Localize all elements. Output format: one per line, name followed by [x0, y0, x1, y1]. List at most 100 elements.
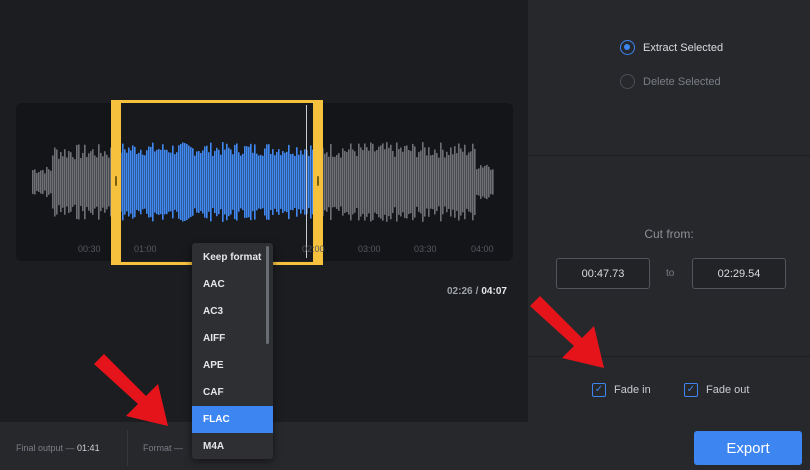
waveform-bar: [422, 142, 424, 222]
waveform-bar: [384, 149, 386, 215]
timeline-tick: 04:00: [471, 244, 494, 254]
red-arrow-icon: [94, 354, 168, 426]
waveform-bar: [380, 145, 382, 219]
fade-out-toggle[interactable]: ✓ Fade out: [684, 383, 749, 397]
waveform-bar: [448, 155, 450, 209]
waveform-bar: [488, 166, 490, 198]
waveform-bar: [354, 151, 356, 213]
waveform-bar: [470, 151, 472, 213]
waveform-bar: [420, 150, 422, 214]
waveform-bar: [468, 152, 470, 212]
waveform-bar: [336, 155, 338, 209]
waveform-bar: [50, 170, 52, 194]
waveform-bar: [80, 158, 82, 206]
waveform-bar: [86, 156, 88, 208]
waveform-bar: [108, 157, 110, 207]
waveform-bar: [482, 167, 484, 197]
format-option-ac3[interactable]: AC3: [192, 298, 273, 325]
current-time: 02:26: [447, 286, 473, 297]
checkbox-checked-icon[interactable]: ✓: [684, 383, 698, 397]
format-option-m4a[interactable]: M4A: [192, 433, 273, 459]
waveform-bar: [430, 155, 432, 209]
waveform-bar: [362, 150, 364, 214]
waveform-bar: [406, 145, 408, 219]
waveform-bar: [64, 149, 66, 215]
fade-in-toggle[interactable]: ✓ Fade in: [592, 383, 651, 397]
format-option-ape[interactable]: APE: [192, 352, 273, 379]
waveform-bar: [348, 149, 350, 215]
time-counter: 02:26/04:07: [447, 286, 507, 297]
grip-icon: [115, 176, 117, 186]
waveform-bar: [474, 148, 476, 216]
timeline-tick: 03:00: [358, 244, 381, 254]
cut-end-input[interactable]: 02:29.54: [692, 258, 786, 289]
red-arrow-icon: [530, 296, 604, 368]
waveform-bar: [352, 149, 354, 215]
waveform-bar: [438, 157, 440, 207]
waveform-bar: [356, 156, 358, 208]
waveform-bar: [342, 148, 344, 216]
dropdown-scrollbar[interactable]: [266, 246, 269, 344]
waveform-bar: [106, 154, 108, 210]
waveform-bar: [32, 170, 34, 194]
fade-out-label: Fade out: [706, 384, 750, 396]
waveform-bar: [62, 156, 64, 208]
waveform-bar: [338, 153, 340, 211]
waveform-bar: [402, 151, 404, 213]
format-dropdown[interactable]: Keep format AAC AC3 AIFF APE CAF FLAC M4…: [192, 243, 273, 459]
cut-start-input[interactable]: 00:47.73: [556, 258, 650, 289]
waveform-bar: [436, 152, 438, 212]
export-button[interactable]: Export: [694, 431, 802, 465]
waveform-bar: [370, 142, 372, 222]
waveform-bar: [42, 169, 44, 195]
waveform-bar: [476, 169, 478, 195]
format-option-flac[interactable]: FLAC: [192, 406, 273, 433]
format-option-caf[interactable]: CAF: [192, 379, 273, 406]
radio-unchecked-icon[interactable]: [620, 74, 635, 89]
waveform-bar: [390, 144, 392, 220]
waveform-bar: [410, 150, 412, 214]
waveform-bar: [82, 152, 84, 212]
format-option-aac[interactable]: AAC: [192, 271, 273, 298]
waveform-bar: [96, 157, 98, 207]
waveform-bar: [98, 144, 100, 220]
waveform-bar: [40, 170, 42, 194]
total-time: 04:07: [481, 286, 507, 297]
waveform-bar: [386, 142, 388, 222]
extract-selected-option[interactable]: Extract Selected: [620, 40, 723, 55]
waveform-bar: [372, 143, 374, 221]
waveform-bar: [88, 153, 90, 211]
waveform-bar: [34, 169, 36, 195]
format-option-aiff[interactable]: AIFF: [192, 325, 273, 352]
format-option-keep[interactable]: Keep format: [192, 244, 273, 271]
radio-checked-icon[interactable]: [620, 40, 635, 55]
waveform-bar: [416, 157, 418, 207]
timeline-tick: 03:30: [414, 244, 437, 254]
waveform-bar: [358, 143, 360, 221]
waveform-bar: [70, 152, 72, 212]
waveform-bar: [72, 157, 74, 207]
waveform-bar: [44, 173, 46, 191]
selection-region[interactable]: [111, 100, 323, 265]
timeline-tick: 01:00: [134, 244, 157, 254]
waveform-bar: [398, 149, 400, 215]
delete-selected-option[interactable]: Delete Selected: [620, 74, 721, 89]
waveform-bar: [344, 150, 346, 214]
waveform-bar: [46, 166, 48, 198]
waveform-bar: [332, 156, 334, 208]
selection-start-handle[interactable]: [111, 100, 121, 265]
waveform-bar: [382, 143, 384, 221]
waveform-bar: [426, 155, 428, 209]
waveform-bar: [366, 147, 368, 217]
waveform-bar: [48, 169, 50, 195]
selection-end-handle[interactable]: [313, 100, 323, 265]
waveform-bar: [364, 143, 366, 221]
waveform-bar: [396, 142, 398, 222]
waveform-bar: [58, 158, 60, 206]
waveform-bar: [392, 150, 394, 214]
playhead[interactable]: [306, 105, 307, 258]
checkbox-checked-icon[interactable]: ✓: [592, 383, 606, 397]
waveform-bar: [326, 152, 328, 212]
waveform-bar: [334, 156, 336, 208]
waveform-bar: [66, 157, 68, 207]
